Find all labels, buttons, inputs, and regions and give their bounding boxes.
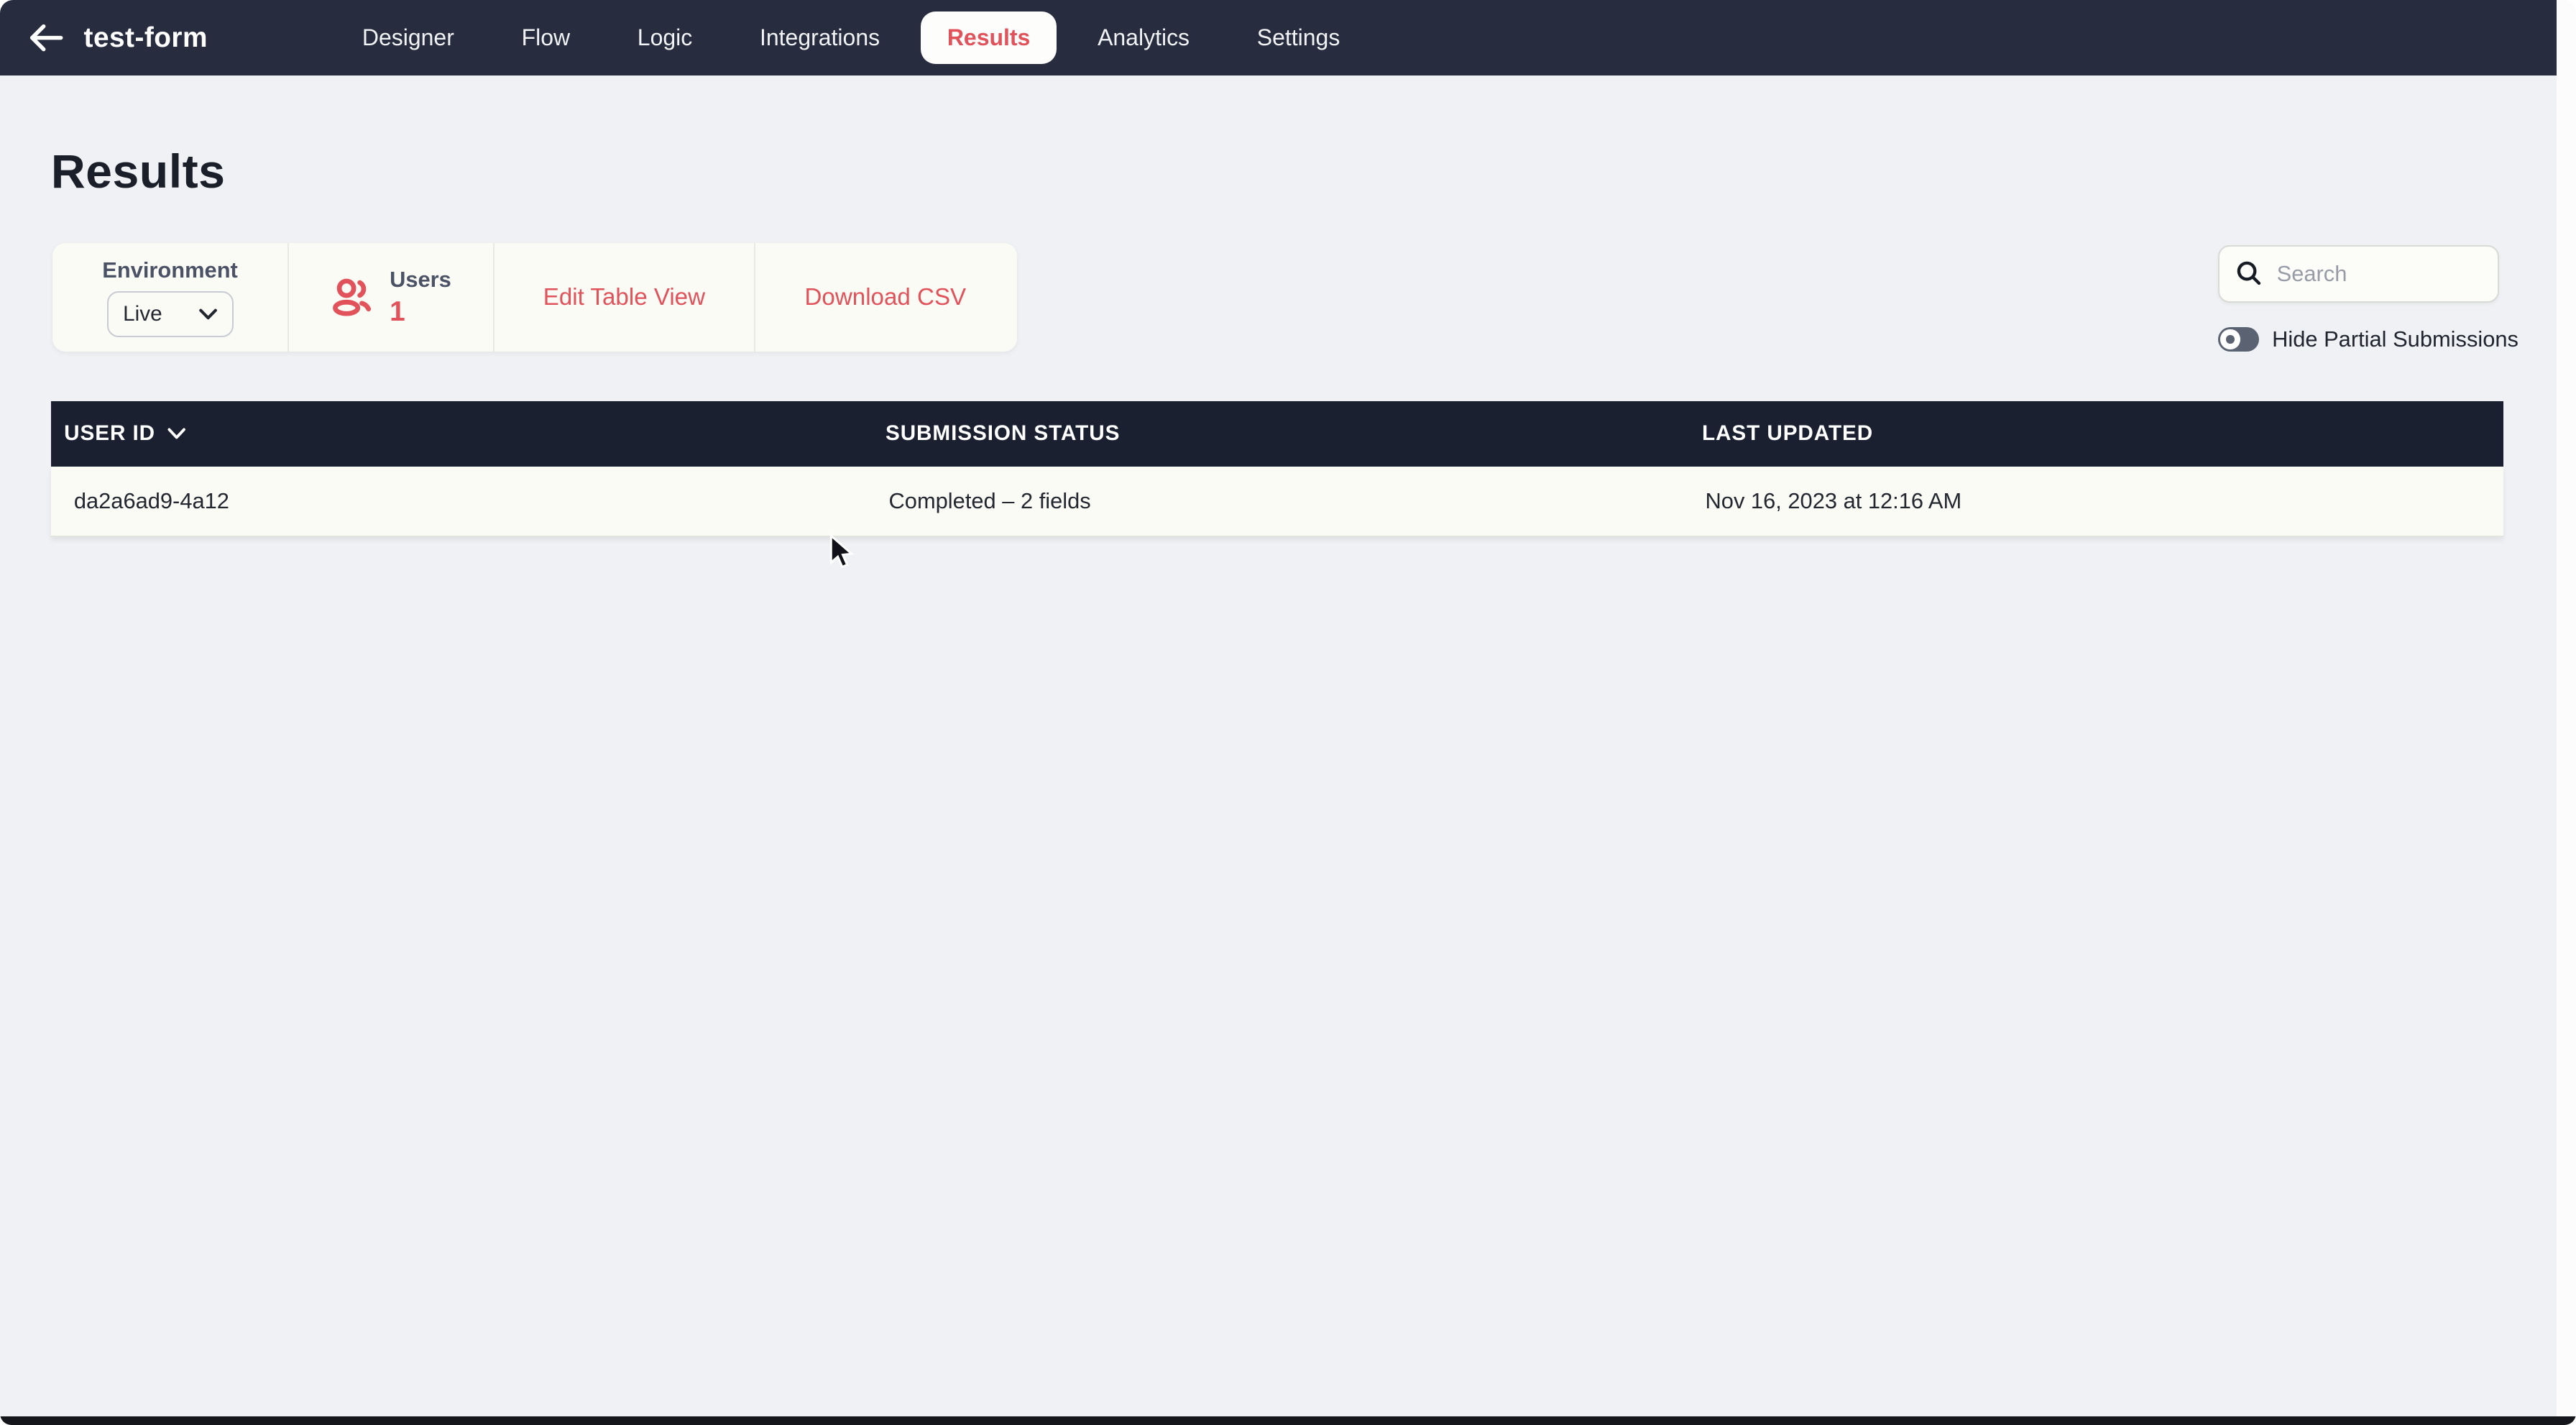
- window-bottom-edge: [0, 1416, 2576, 1425]
- nav-tabs: Designer Flow Logic Integrations Results Anal…: [362, 11, 1340, 65]
- mouse-cursor: [830, 533, 855, 569]
- scrollbar-track[interactable]: [2556, 0, 2576, 1425]
- form-title: test-form: [83, 22, 208, 53]
- tab-integrations[interactable]: Integrations: [760, 24, 880, 51]
- search-input[interactable]: [2276, 260, 2474, 287]
- table-body: da2a6ad9-4a12 Completed – 2 fields Nov 16,…: [50, 467, 2504, 538]
- column-header-user-id[interactable]: USER ID: [51, 421, 873, 446]
- toggle-knob: [2220, 329, 2240, 349]
- environment-label: Environment: [102, 257, 238, 283]
- hide-partial-toggle[interactable]: [2217, 326, 2259, 352]
- environment-section: Environment Live: [52, 243, 288, 352]
- tab-designer[interactable]: Designer: [362, 24, 454, 51]
- arrow-left-icon: [28, 23, 64, 52]
- tab-analytics[interactable]: Analytics: [1098, 24, 1190, 51]
- results-table: USER ID SUBMISSION STATUS LAST UPDATED d…: [50, 400, 2504, 538]
- results-toolbar: Environment Live Users 1 Edit Table View…: [52, 243, 1017, 352]
- page-title: Results: [50, 145, 226, 199]
- environment-select[interactable]: Live: [106, 291, 234, 338]
- search-icon: [2236, 260, 2263, 287]
- search-box: [2217, 244, 2499, 303]
- column-header-last-updated[interactable]: LAST UPDATED: [1689, 421, 2504, 446]
- sort-chevron-down-icon: [167, 427, 186, 440]
- download-csv-button[interactable]: Download CSV: [754, 243, 1015, 352]
- hide-partial-label: Hide Partial Submissions: [2272, 326, 2518, 352]
- tab-results[interactable]: Results: [921, 11, 1057, 65]
- tab-logic[interactable]: Logic: [638, 24, 692, 51]
- back-button[interactable]: [27, 18, 66, 58]
- hide-partial-row: Hide Partial Submissions: [2217, 326, 2518, 354]
- table-row[interactable]: da2a6ad9-4a12 Completed – 2 fields Nov 16,…: [50, 467, 2504, 538]
- chevron-down-icon: [199, 308, 217, 320]
- cell-status: Completed – 2 fields: [888, 488, 1091, 514]
- tab-flow[interactable]: Flow: [522, 24, 571, 51]
- app-window: test-form Designer Flow Logic Integrations R…: [0, 0, 2576, 1425]
- column-header-submission-status[interactable]: SUBMISSION STATUS: [873, 421, 1689, 446]
- environment-selected-value: Live: [123, 302, 162, 326]
- tab-settings[interactable]: Settings: [1257, 24, 1340, 51]
- users-count: 1: [390, 295, 405, 327]
- users-icon: [331, 275, 375, 320]
- users-section: Users 1: [287, 243, 493, 352]
- cell-user-id: da2a6ad9-4a12: [73, 488, 229, 514]
- edit-table-view-button[interactable]: Edit Table View: [492, 243, 754, 352]
- users-label: Users: [390, 267, 451, 293]
- cell-last-updated: Nov 16, 2023 at 12:16 AM: [1705, 488, 1962, 514]
- table-header: USER ID SUBMISSION STATUS LAST UPDATED: [50, 400, 2504, 467]
- top-nav: test-form Designer Flow Logic Integrations R…: [0, 0, 2557, 76]
